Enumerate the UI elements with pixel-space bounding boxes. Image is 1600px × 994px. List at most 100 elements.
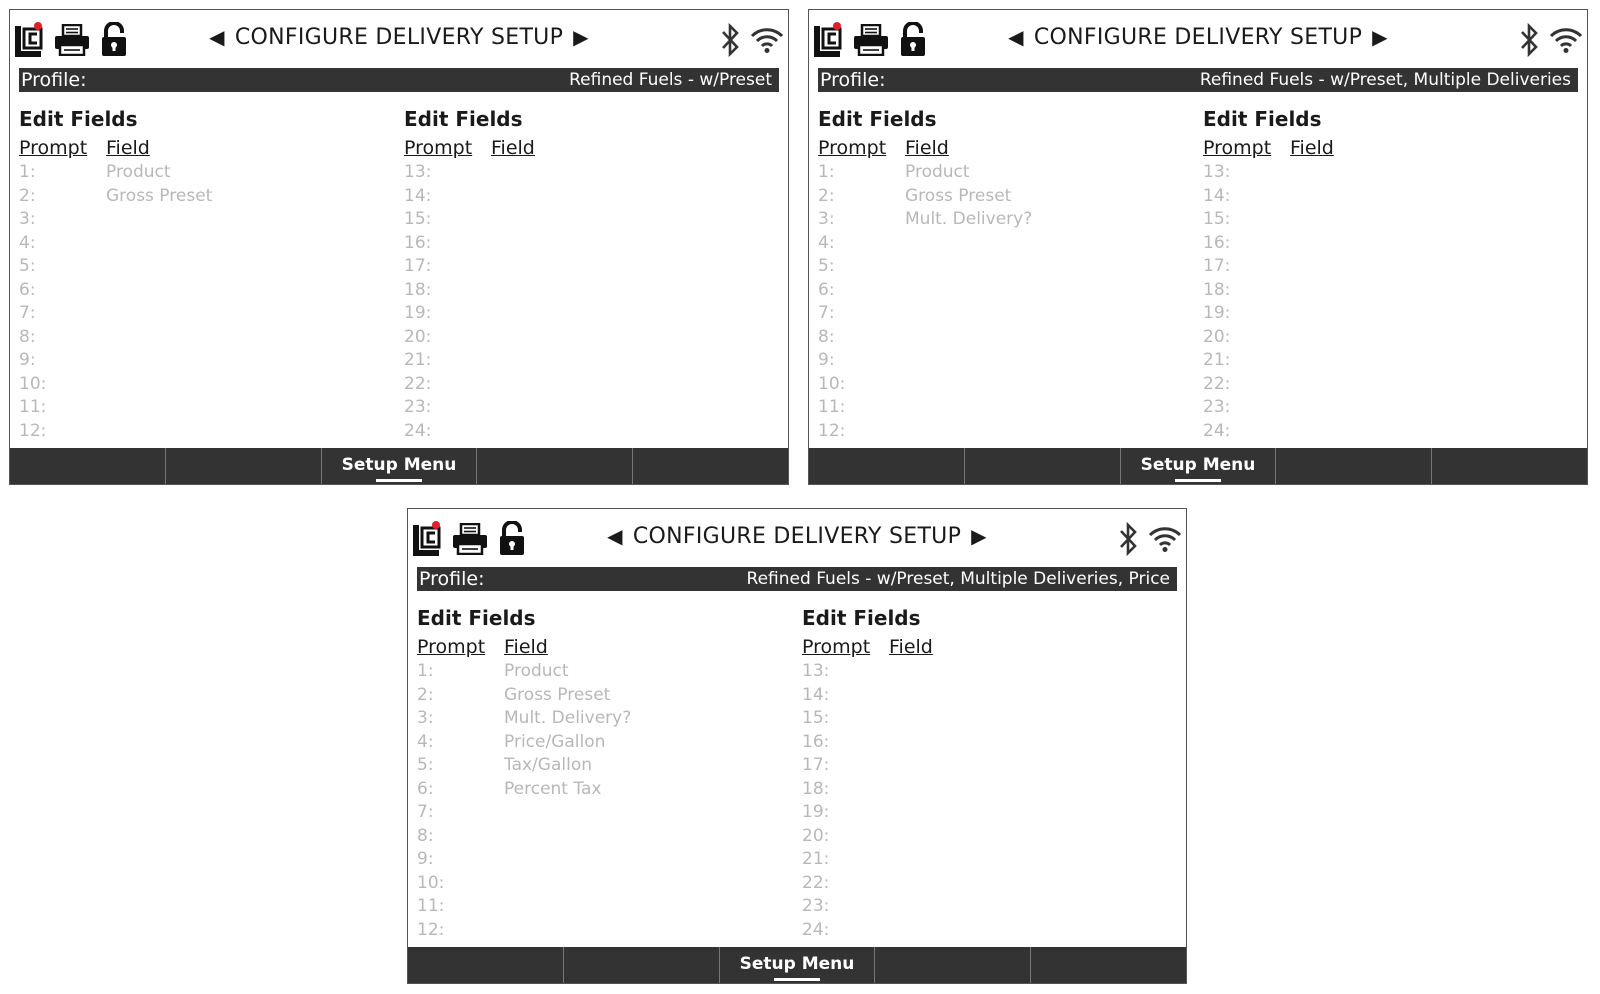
field-row[interactable]: 11: [417, 895, 787, 919]
softkey-empty[interactable] [166, 448, 322, 484]
field-row[interactable]: 9: [19, 349, 389, 373]
field-row[interactable]: 9: [417, 848, 787, 872]
softkey-empty[interactable] [477, 448, 634, 484]
field-row[interactable]: 23: [1203, 396, 1573, 420]
field-row[interactable]: 2: Gross Preset [818, 185, 1188, 209]
field-row[interactable]: 18: [802, 778, 1172, 802]
field-row[interactable]: 1: Product [19, 161, 389, 185]
field-row[interactable]: 17: [1203, 255, 1573, 279]
prompt-number: 17: [404, 256, 432, 276]
field-row[interactable]: 7: [818, 302, 1188, 326]
softkey-setup-menu[interactable]: Setup Menu [1121, 448, 1277, 484]
softkey-empty[interactable] [564, 947, 720, 983]
softkey-empty[interactable] [1031, 947, 1186, 983]
next-arrow-icon[interactable]: ▶ [971, 524, 987, 548]
softkey-empty[interactable] [809, 448, 965, 484]
softkey-setup-menu[interactable]: Setup Menu [322, 448, 478, 484]
softkey-empty[interactable] [875, 947, 1032, 983]
field-row[interactable]: 10: [19, 373, 389, 397]
field-row[interactable]: 24: [404, 420, 774, 444]
field-row[interactable]: 23: [404, 396, 774, 420]
softkey-empty[interactable] [1432, 448, 1587, 484]
field-row[interactable]: 7: [19, 302, 389, 326]
field-row[interactable]: 15: [802, 707, 1172, 731]
field-row[interactable]: 21: [1203, 349, 1573, 373]
next-arrow-icon[interactable]: ▶ [573, 25, 589, 49]
prompt-number: 19: [1203, 303, 1231, 323]
field-row[interactable]: 1: Product [417, 660, 787, 684]
softkey-empty[interactable] [408, 947, 564, 983]
field-row[interactable]: 8: [417, 825, 787, 849]
field-row[interactable]: 14: [802, 684, 1172, 708]
field-row[interactable]: 5: [19, 255, 389, 279]
field-row[interactable]: 22: [802, 872, 1172, 896]
prompt-number: 21: [404, 350, 432, 370]
field-row[interactable]: 14: [1203, 185, 1573, 209]
field-row[interactable]: 12: [417, 919, 787, 943]
field-row[interactable]: 15: [404, 208, 774, 232]
field-row[interactable]: 6: [19, 279, 389, 303]
prompt-number: 9: [818, 350, 835, 370]
prev-arrow-icon[interactable]: ◀ [1008, 25, 1024, 49]
softkey-setup-menu[interactable]: Setup Menu [720, 947, 876, 983]
field-row[interactable]: 15: [1203, 208, 1573, 232]
prev-arrow-icon[interactable]: ◀ [607, 524, 623, 548]
field-row[interactable]: 18: [404, 279, 774, 303]
field-row[interactable]: 9: [818, 349, 1188, 373]
field-row[interactable]: 4: Price/Gallon [417, 731, 787, 755]
field-row[interactable]: 20: [802, 825, 1172, 849]
field-row[interactable]: 17: [404, 255, 774, 279]
field-row[interactable]: 13: [404, 161, 774, 185]
field-row[interactable]: 13: [1203, 161, 1573, 185]
prev-arrow-icon[interactable]: ◀ [209, 25, 225, 49]
field-row[interactable]: 21: [404, 349, 774, 373]
field-row[interactable]: 2: Gross Preset [19, 185, 389, 209]
field-row[interactable]: 12: [818, 420, 1188, 444]
field-row[interactable]: 6: Percent Tax [417, 778, 787, 802]
field-row[interactable]: 3: Mult. Delivery? [818, 208, 1188, 232]
field-row[interactable]: 5: [818, 255, 1188, 279]
field-row[interactable]: 3: [19, 208, 389, 232]
field-row[interactable]: 4: [818, 232, 1188, 256]
field-row[interactable]: 5: Tax/Gallon [417, 754, 787, 778]
field-row[interactable]: 19: [404, 302, 774, 326]
field-row[interactable]: 24: [1203, 420, 1573, 444]
field-row[interactable]: 8: [19, 326, 389, 350]
field-row[interactable]: 19: [1203, 302, 1573, 326]
field-row[interactable]: 18: [1203, 279, 1573, 303]
field-row[interactable]: 10: [417, 872, 787, 896]
field-row[interactable]: 23: [802, 895, 1172, 919]
softkey-empty[interactable] [1276, 448, 1433, 484]
edit-fields-column-right: Edit Fields Prompt Field 13: 14: 15: 16: 17:… [802, 605, 1172, 942]
field-row[interactable]: 1: Product [818, 161, 1188, 185]
field-row[interactable]: 2: Gross Preset [417, 684, 787, 708]
field-row[interactable]: 13: [802, 660, 1172, 684]
field-row[interactable]: 16: [1203, 232, 1573, 256]
field-row[interactable]: 16: [802, 731, 1172, 755]
softkey-empty[interactable] [10, 448, 166, 484]
softkey-empty[interactable] [965, 448, 1121, 484]
field-row[interactable]: 20: [1203, 326, 1573, 350]
field-row[interactable]: 16: [404, 232, 774, 256]
field-row[interactable]: 20: [404, 326, 774, 350]
field-row[interactable]: 14: [404, 185, 774, 209]
field-row[interactable]: 21: [802, 848, 1172, 872]
field-row[interactable]: 4: [19, 232, 389, 256]
field-row[interactable]: 6: [818, 279, 1188, 303]
column-headers: Prompt Field [19, 135, 389, 161]
field-row[interactable]: 22: [1203, 373, 1573, 397]
field-row[interactable]: 8: [818, 326, 1188, 350]
field-row[interactable]: 3: Mult. Delivery? [417, 707, 787, 731]
field-row[interactable]: 11: [19, 396, 389, 420]
field-row[interactable]: 17: [802, 754, 1172, 778]
softkey-label: Setup Menu [1140, 455, 1256, 475]
field-row[interactable]: 12: [19, 420, 389, 444]
field-row[interactable]: 22: [404, 373, 774, 397]
softkey-empty[interactable] [633, 448, 788, 484]
field-row[interactable]: 11: [818, 396, 1188, 420]
field-row[interactable]: 19: [802, 801, 1172, 825]
field-row[interactable]: 10: [818, 373, 1188, 397]
field-row[interactable]: 7: [417, 801, 787, 825]
field-row[interactable]: 24: [802, 919, 1172, 943]
next-arrow-icon[interactable]: ▶ [1372, 25, 1388, 49]
